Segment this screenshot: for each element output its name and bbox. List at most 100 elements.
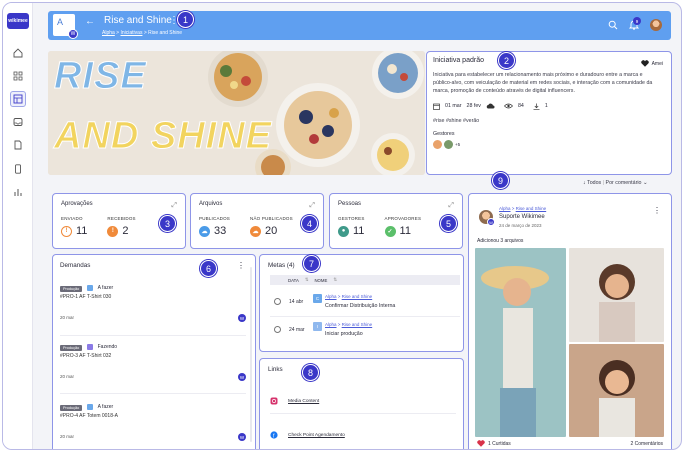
marker-1: 1	[177, 11, 194, 28]
link-item[interactable]: Media Content	[270, 397, 455, 405]
goal-tile: C	[313, 294, 322, 303]
more-options-icon[interactable]: ⋮	[653, 206, 661, 215]
goal-radio[interactable]	[274, 326, 281, 333]
cloud-icon	[486, 103, 495, 109]
document-icon[interactable]	[10, 137, 26, 153]
col-name[interactable]: NOME	[314, 278, 327, 283]
people-managers-value: 11	[353, 225, 365, 237]
initiative-tags: #rise #shine #verão	[433, 117, 480, 124]
goal-breadcrumb-item[interactable]: Alpha	[325, 322, 337, 327]
grid-icon[interactable]	[10, 68, 26, 84]
goals-title-label: Metas	[268, 262, 286, 269]
links-panel: Links Media Content f Check Point Agenda…	[259, 358, 464, 449]
chart-icon[interactable]	[10, 184, 26, 200]
breadcrumb: Alpha > Iniciativas > Rise and Shine	[102, 30, 183, 36]
approvals-title: Aprovações	[61, 201, 93, 207]
avatar[interactable]	[433, 139, 442, 149]
demand-code: #PRO-3 AF T-Shirt 032	[60, 352, 112, 359]
alert-icon: !	[61, 225, 72, 237]
like-button[interactable]: Amei	[640, 60, 663, 67]
initiative-header: A W ← Rise and Shine ⋮ Alpha > Iniciativ…	[48, 11, 671, 40]
goal-breadcrumb-item[interactable]: Alpha	[325, 294, 337, 299]
breadcrumb-item[interactable]: Alpha	[102, 30, 115, 36]
more-options-icon[interactable]: ⋮	[237, 261, 245, 270]
inbox-icon[interactable]	[10, 114, 26, 130]
goals-title: Metas (4)	[268, 262, 455, 269]
link-label[interactable]: Media Content	[288, 399, 319, 404]
goal-radio[interactable]	[274, 298, 281, 305]
sort-filter[interactable]: Todos	[587, 180, 601, 186]
divider	[60, 393, 246, 394]
person-icon: ●	[338, 225, 349, 237]
assignee-avatar[interactable]: W	[238, 433, 246, 441]
initiative-avatar-letter: A	[57, 17, 64, 27]
managers-avatars[interactable]: +5	[433, 139, 665, 149]
links-title: Links	[268, 366, 283, 373]
sidebar: wikimee	[3, 3, 33, 449]
demand-item[interactable]: Produção Fazendo #PRO-3 AF T-Shirt 032 2…	[60, 344, 246, 384]
demand-item[interactable]: Produção A fazer #PRO-1 AF T-Shirt 030 2…	[60, 285, 246, 325]
sort-mode[interactable]: Por comentário	[606, 180, 642, 186]
initiative-avatar: A W	[53, 14, 78, 39]
demand-status: A fazer	[97, 404, 114, 410]
sort-icon[interactable]: ⇅	[305, 277, 309, 283]
phone-icon[interactable]	[10, 161, 26, 177]
goal-row[interactable]: 14 abr C Alpha > Rise and Shine Confirma…	[270, 291, 460, 313]
expand-icon[interactable]: ⤢	[309, 202, 315, 210]
demand-date: 20 mar	[60, 374, 75, 379]
link-label[interactable]: Check Point Agendamento	[288, 433, 345, 438]
post-breadcrumb-item[interactable]: Rise and Shine	[516, 206, 547, 211]
post-date: 24 de março de 2023	[499, 223, 542, 228]
expand-icon[interactable]: ⤢	[448, 202, 454, 210]
initiative-meta: 01 mar 28 fev 84 1	[433, 103, 665, 110]
post-image[interactable]	[475, 248, 566, 437]
hero-banner: RISE AND SHINE	[48, 51, 425, 175]
start-date: 01 mar	[445, 103, 462, 110]
goals-panel: Metas (4) DATA ⇅ NOME ⇅ 14 abr C Alpha >…	[259, 254, 464, 352]
goal-breadcrumb-item[interactable]: Rise and Shine	[342, 294, 373, 299]
avatar[interactable]	[444, 139, 453, 149]
post-image[interactable]	[569, 248, 664, 342]
status-color-icon	[86, 285, 93, 291]
approvals-received-value: 2	[122, 225, 129, 237]
post-breadcrumb-item[interactable]: Alpha	[499, 206, 511, 211]
post-image[interactable]	[569, 344, 664, 437]
breadcrumb-item[interactable]: Iniciativas	[121, 30, 143, 36]
likes-count[interactable]: 1 Curtidas	[488, 441, 511, 447]
app-frame: wikimee A W ← Rise and Shine ⋮ Alpha > I…	[2, 2, 682, 450]
divider	[270, 316, 460, 317]
marker-7: 7	[303, 255, 320, 272]
calendar-icon	[433, 103, 440, 110]
sort-icon[interactable]: ⇅	[333, 277, 337, 283]
scrollbar[interactable]	[250, 267, 252, 442]
heart-icon[interactable]	[477, 440, 485, 447]
marker-5: 5	[440, 215, 457, 232]
expand-icon[interactable]: ⤢	[171, 202, 177, 210]
post-author[interactable]: Suporte Wikimee	[499, 214, 545, 220]
initiative-type: Iniciativa padrão	[433, 57, 484, 64]
home-icon[interactable]	[10, 45, 26, 61]
approvals-sent-value: 11	[76, 225, 88, 237]
eye-icon	[503, 103, 513, 109]
user-avatar[interactable]	[650, 19, 662, 31]
hero-title-line1: RISE	[54, 55, 147, 97]
people-managers-label: GESTORES	[338, 216, 365, 221]
feed-sort[interactable]: ↓ Todos | Por comentário ⌄	[583, 180, 647, 186]
search-icon[interactable]	[608, 20, 618, 32]
demand-item[interactable]: Produção A fazer #PRO-4 AF Totem 0018-A …	[60, 404, 246, 444]
col-date[interactable]: DATA	[288, 278, 299, 283]
assignee-avatar[interactable]: W	[238, 373, 246, 381]
app-logo[interactable]: wikimee	[7, 13, 29, 29]
back-arrow-icon[interactable]: ←	[85, 16, 95, 27]
instagram-icon	[270, 397, 278, 405]
comments-count[interactable]: 2 Comentários	[630, 441, 663, 447]
post-footer: 1 Curtidas 2 Comentários	[477, 440, 663, 447]
files-unpublished-value: 20	[265, 225, 278, 237]
goal-row[interactable]: 24 mar I Alpha > Rise and Shine Iniciar …	[270, 319, 460, 341]
managers-more: +5	[455, 141, 461, 147]
files-published-value: 33	[214, 225, 227, 237]
link-item[interactable]: f Check Point Agendamento	[270, 431, 455, 439]
goal-breadcrumb-item[interactable]: Rise and Shine	[342, 322, 373, 327]
layout-icon[interactable]	[10, 91, 26, 107]
assignee-avatar[interactable]: W	[238, 314, 246, 322]
